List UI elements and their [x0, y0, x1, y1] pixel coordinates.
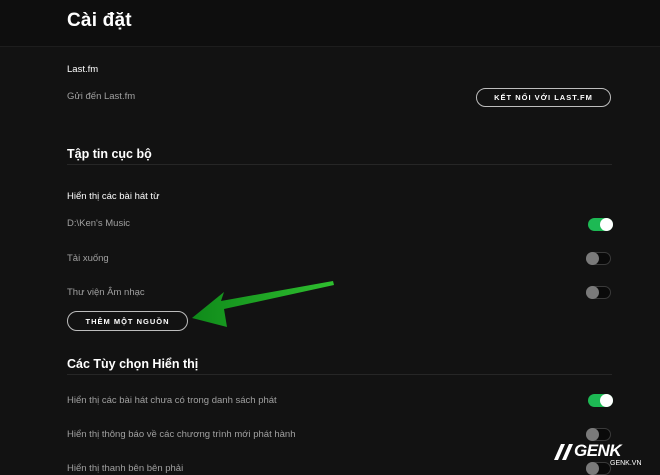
annotation-arrow-icon	[192, 281, 334, 327]
genk-logo-text: GENK	[574, 441, 622, 460]
genk-site-text: GENK.VN	[610, 460, 642, 467]
genk-logo-mark-icon	[554, 444, 573, 460]
genk-watermark: GENK GENK.VN	[552, 441, 656, 471]
